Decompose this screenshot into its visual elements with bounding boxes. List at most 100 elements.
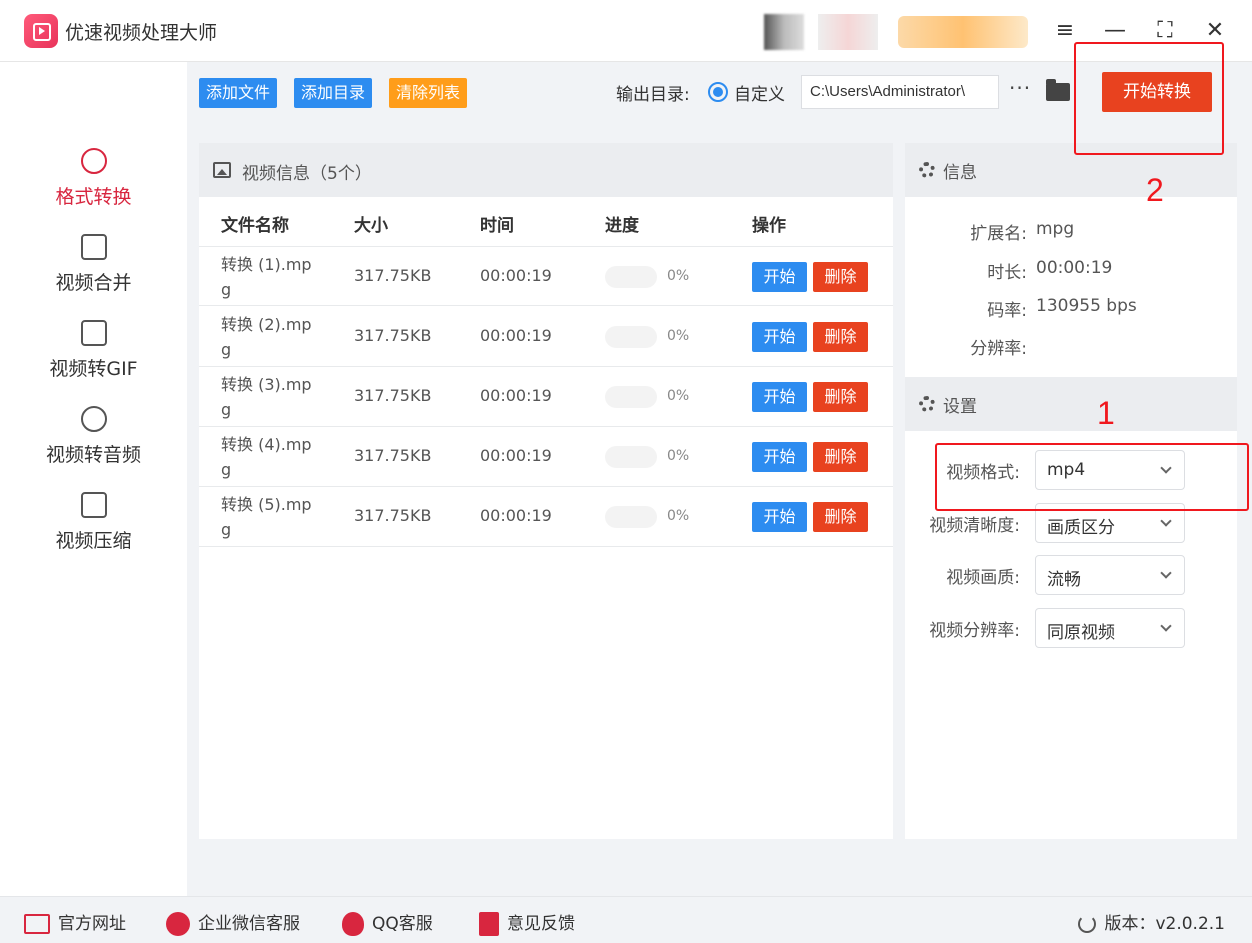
progress-bar xyxy=(605,506,657,528)
row-delete-button[interactable]: 删除 xyxy=(813,502,868,532)
sidebar-item-label: 视频转GIF xyxy=(49,358,138,380)
chevron-down-icon xyxy=(1160,620,1172,632)
qq-support-link[interactable]: QQ客服 xyxy=(342,909,433,936)
video-quality-value: 流畅 xyxy=(1047,570,1081,590)
file-size: 317.75KB xyxy=(354,326,432,345)
video-resolution-select[interactable]: 同原视频 xyxy=(1035,608,1185,648)
custom-radio-label[interactable]: 自定义 xyxy=(734,80,785,105)
progress-bar xyxy=(605,386,657,408)
sidebar-item-label: 视频压缩 xyxy=(55,530,132,552)
bitrate-label: 码率: xyxy=(987,301,1027,321)
clear-list-button[interactable]: 清除列表 xyxy=(389,78,468,108)
row-start-button[interactable]: 开始 xyxy=(752,322,807,352)
sidebar-item-video-audio[interactable]: 视频转音频 xyxy=(0,406,187,486)
row-delete-button[interactable]: 删除 xyxy=(813,442,868,472)
video-resolution-value: 同原视频 xyxy=(1047,623,1115,643)
wechat-support-link[interactable]: 企业微信客服 xyxy=(166,909,300,936)
extension-label: 扩展名: xyxy=(970,224,1027,244)
blurred-username xyxy=(818,14,878,50)
video-panel-header: 视频信息（5个） xyxy=(199,143,893,197)
website-label: 官方网址 xyxy=(58,914,126,934)
table-row[interactable]: 转换 (1).mpg 317.75KB 00:00:19 0% 开始 删除 xyxy=(199,246,893,306)
file-size: 317.75KB xyxy=(354,266,432,285)
feedback-label: 意见反馈 xyxy=(507,914,575,934)
file-duration: 00:00:19 xyxy=(480,446,552,465)
website-link[interactable]: 官方网址 xyxy=(24,909,126,934)
chevron-down-icon xyxy=(1160,567,1172,579)
refresh-icon xyxy=(1078,915,1097,933)
sidebar-item-video-merge[interactable]: 视频合并 xyxy=(0,234,187,314)
compress-icon xyxy=(80,492,107,518)
add-directory-button[interactable]: 添加目录 xyxy=(294,78,373,108)
file-size: 317.75KB xyxy=(354,506,432,525)
file-name: 转换 (2).mpg xyxy=(221,315,312,359)
row-start-button[interactable]: 开始 xyxy=(752,262,807,292)
gear-icon xyxy=(919,162,935,178)
progress-percent: 0% xyxy=(667,388,690,404)
table-row[interactable]: 转换 (2).mpg 317.75KB 00:00:19 0% 开始 删除 xyxy=(199,307,893,367)
video-resolution-label: 视频分辨率: xyxy=(929,621,1020,641)
image-icon xyxy=(213,162,231,178)
progress-bar xyxy=(605,266,657,288)
settings-panel-title: 设置 xyxy=(943,397,977,417)
info-panel: 信息 扩展名: mpg 时长: 00:00:19 码率: 130955 bps … xyxy=(905,143,1237,377)
video-quality-select[interactable]: 流畅 xyxy=(1035,555,1185,595)
table-row[interactable]: 转换 (4).mpg 317.75KB 00:00:19 0% 开始 删除 xyxy=(199,427,893,487)
sidebar-item-format-convert[interactable]: 格式转换 xyxy=(0,148,187,228)
column-header-time: 时间 xyxy=(480,216,514,236)
custom-radio[interactable] xyxy=(708,82,728,102)
row-delete-button[interactable]: 删除 xyxy=(813,382,868,412)
row-start-button[interactable]: 开始 xyxy=(752,442,807,472)
video-info-panel: 视频信息（5个） 文件名称 大小 时间 进度 操作 转换 (1).mpg 317… xyxy=(199,143,893,839)
extension-value: mpg xyxy=(1036,219,1075,239)
annotation-number-2: 2 xyxy=(1146,172,1164,208)
app-logo-icon xyxy=(24,14,58,48)
table-row[interactable]: 转换 (5).mpg 317.75KB 00:00:19 0% 开始 删除 xyxy=(199,487,893,547)
folder-icon[interactable] xyxy=(1046,79,1070,101)
video-quality-label: 视频画质: xyxy=(946,568,1020,588)
sidebar: 格式转换 视频合并 视频转GIF 视频转音频 视频压缩 xyxy=(0,62,187,896)
version-label: 版本：v2.0.2.1 xyxy=(1104,914,1225,934)
bitrate-value: 130955 bps xyxy=(1036,296,1137,316)
row-start-button[interactable]: 开始 xyxy=(752,382,807,412)
sidebar-item-label: 格式转换 xyxy=(55,186,132,208)
progress-bar xyxy=(605,446,657,468)
add-file-button[interactable]: 添加文件 xyxy=(199,78,278,108)
more-icon[interactable]: ··· xyxy=(1009,76,1031,100)
version-info[interactable]: 版本：v2.0.2.1 xyxy=(1078,909,1225,934)
website-icon xyxy=(24,914,50,934)
output-path-field[interactable]: C:\Users\Administrator\ xyxy=(801,75,999,109)
title-bar: 优速视频处理大师 ≡ — ⛶ ✕ xyxy=(0,0,1252,62)
file-duration: 00:00:19 xyxy=(480,506,552,525)
row-delete-button[interactable]: 删除 xyxy=(813,322,868,352)
column-header-size: 大小 xyxy=(354,216,388,236)
sidebar-item-video-compress[interactable]: 视频压缩 xyxy=(0,492,187,572)
row-start-button[interactable]: 开始 xyxy=(752,502,807,532)
duration-label: 时长: xyxy=(987,263,1027,283)
file-name: 转换 (4).mpg xyxy=(221,435,312,479)
wechat-icon xyxy=(166,912,190,936)
file-name: 转换 (3).mpg xyxy=(221,375,312,419)
qq-icon xyxy=(342,912,364,936)
column-header-name: 文件名称 xyxy=(221,216,289,236)
file-duration: 00:00:19 xyxy=(480,326,552,345)
row-delete-button[interactable]: 删除 xyxy=(813,262,868,292)
feedback-icon xyxy=(479,912,499,936)
app-title: 优速视频处理大师 xyxy=(65,22,218,44)
progress-percent: 0% xyxy=(667,268,690,284)
qq-label: QQ客服 xyxy=(372,914,433,934)
table-row[interactable]: 转换 (3).mpg 317.75KB 00:00:19 0% 开始 删除 xyxy=(199,367,893,427)
video-panel-title: 视频信息（5个） xyxy=(242,164,372,184)
progress-percent: 0% xyxy=(667,508,690,524)
gear-icon xyxy=(919,396,935,412)
annotation-box-2 xyxy=(1074,42,1224,155)
feedback-link[interactable]: 意见反馈 xyxy=(479,909,575,936)
wechat-label: 企业微信客服 xyxy=(198,914,300,934)
sidebar-item-video-gif[interactable]: 视频转GIF xyxy=(0,320,187,400)
sidebar-item-label: 视频转音频 xyxy=(45,444,141,466)
blurred-vip-badge[interactable] xyxy=(898,16,1028,48)
annotation-number-1: 1 xyxy=(1097,395,1115,431)
blurred-avatar xyxy=(764,14,804,50)
video-clarity-value: 画质区分 xyxy=(1047,518,1115,538)
gif-icon xyxy=(80,320,107,346)
